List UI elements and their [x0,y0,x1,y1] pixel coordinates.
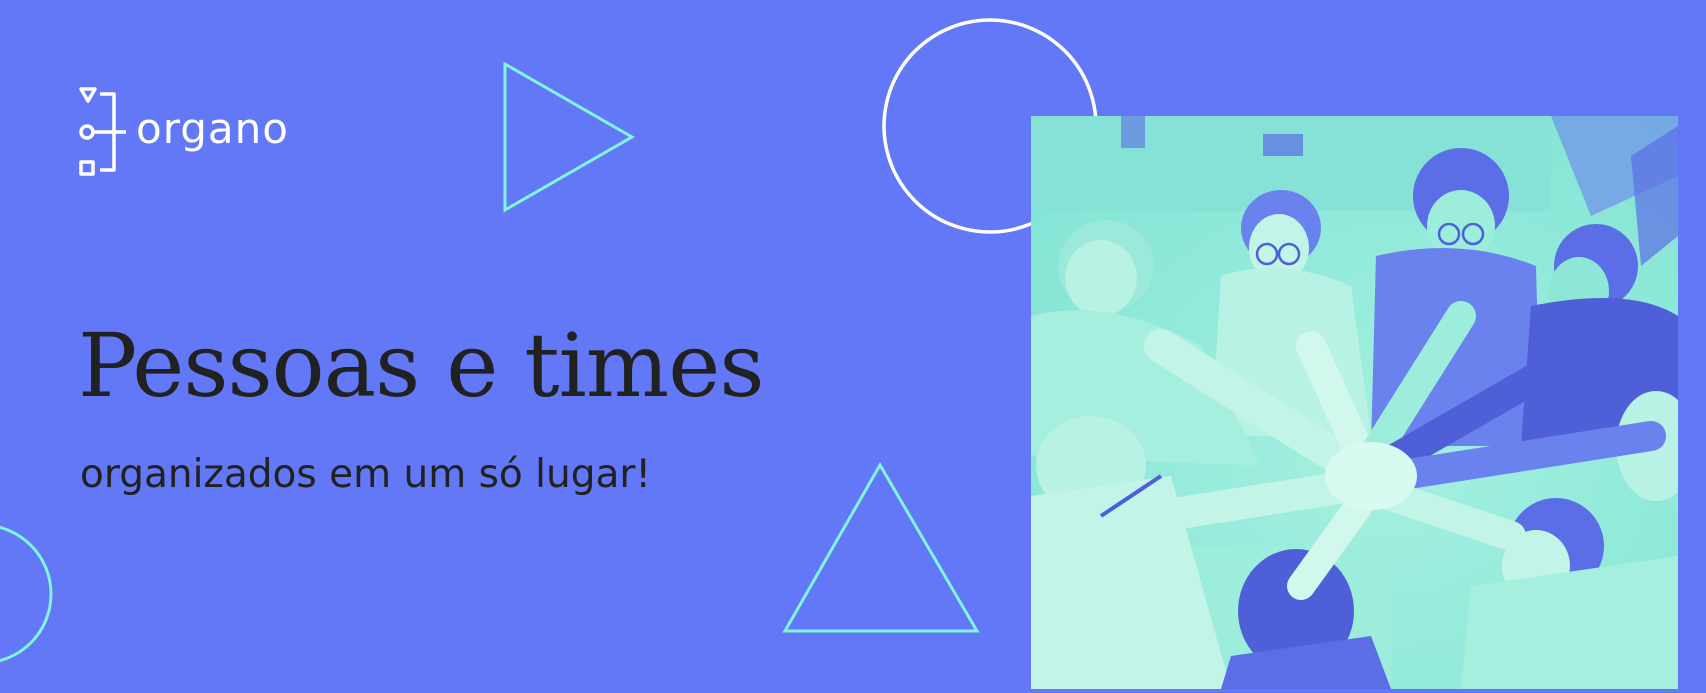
organo-logo-mark-icon [79,87,126,176]
page-subtitle: organizados em um só lugar! [80,452,652,497]
brand-logo[interactable]: organo [78,86,289,178]
logo-text: organo [136,104,289,153]
hero-banner: organo Pessoas e times organizados em um… [0,0,1706,693]
triangle-up-outline-icon [782,462,980,633]
team-hands-photo [1031,116,1678,689]
triangle-right-outline-icon [503,61,636,213]
page-title: Pessoas e times [78,314,764,417]
half-circle-outline-icon [0,525,53,663]
